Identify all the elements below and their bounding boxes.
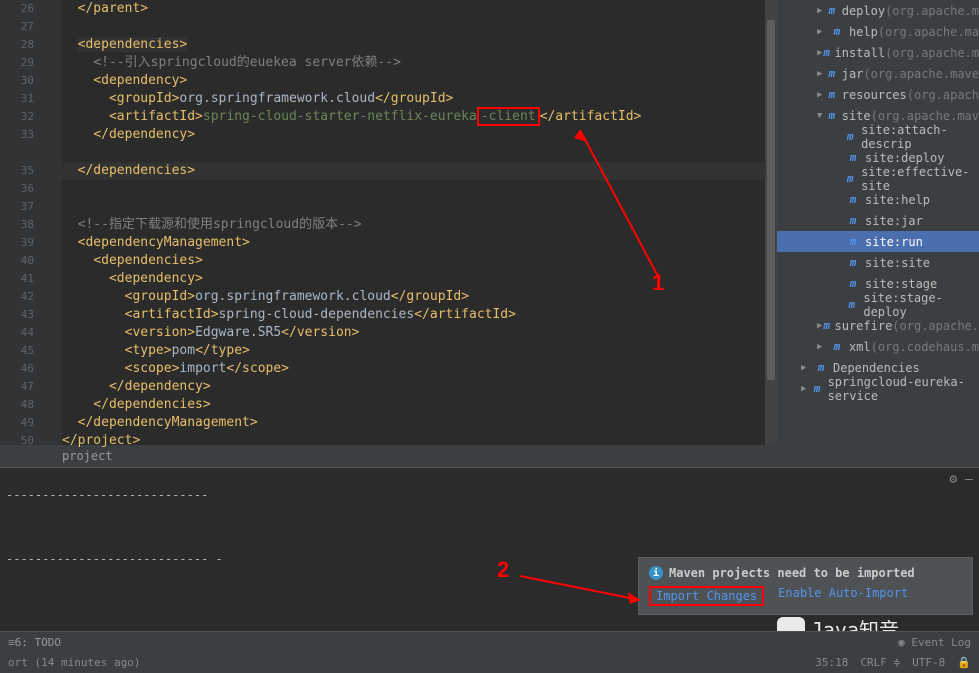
tree-label: site:attach-descrip — [861, 123, 979, 151]
maven-icon: m — [845, 255, 861, 271]
code-editor[interactable]: 2627282930313233353637383940414243444546… — [0, 0, 777, 445]
tree-item-surefire[interactable]: ▶msurefire (org.apache. — [777, 315, 979, 336]
annotation-2: 2 — [497, 557, 509, 583]
tree-label: site:effective-site — [861, 165, 979, 193]
gear-icon[interactable]: ⚙ — [949, 472, 957, 487]
maven-panel[interactable]: ▶mdeploy (org.apache.m▶mhelp (org.apache… — [777, 0, 979, 445]
maven-icon: m — [811, 381, 824, 397]
code-content[interactable]: </parent> <dependencies> <!--引入springclo… — [62, 0, 765, 445]
tree-item-springcloud-eureka-service[interactable]: ▶mspringcloud-eureka-service — [777, 378, 979, 399]
status-message: ort (14 minutes ago) — [8, 656, 140, 669]
maven-icon: m — [826, 3, 838, 19]
maven-icon: m — [845, 276, 861, 292]
status-bar: ≡ 6: TODO ◉ Event Log ort (14 minutes ag… — [0, 631, 979, 673]
tree-label: Dependencies — [833, 361, 920, 375]
tree-item-site-stage-deploy[interactable]: msite:stage-deploy — [777, 294, 979, 315]
annotation-1: 1 — [652, 270, 664, 296]
expand-arrow-icon[interactable]: ▶ — [817, 342, 829, 352]
lock-icon[interactable]: 🔒 — [957, 656, 971, 669]
tree-label: site:stage-deploy — [863, 291, 979, 319]
tree-label: xml — [849, 340, 871, 354]
tree-label: help — [849, 25, 878, 39]
expand-arrow-icon[interactable]: ▶ — [801, 363, 813, 373]
maven-import-notification: iMaven projects need to be imported Impo… — [638, 557, 973, 615]
expand-arrow-icon[interactable]: ▶ — [817, 6, 826, 16]
info-icon: i — [649, 566, 663, 580]
tree-item-site-jar[interactable]: m site:jar — [777, 210, 979, 231]
fold-gutter[interactable] — [42, 0, 62, 445]
maven-icon: m — [826, 108, 838, 124]
tree-label: site:deploy — [865, 151, 944, 165]
expand-arrow-icon[interactable]: ▶ — [817, 69, 826, 79]
tree-item-resources[interactable]: ▶mresources (org.apach — [777, 84, 979, 105]
enable-auto-import-link[interactable]: Enable Auto-Import — [778, 586, 908, 606]
maven-icon: m — [845, 213, 861, 229]
highlighted-client: -client — [477, 107, 540, 126]
event-log-link[interactable]: ◉ Event Log — [898, 636, 971, 649]
tree-label: site:run — [865, 235, 923, 249]
todo-tab[interactable]: 6: TODO — [15, 636, 61, 649]
maven-icon: m — [845, 234, 861, 250]
maven-icon: m — [829, 339, 845, 355]
line-separator[interactable]: CRLF ≑ — [860, 656, 900, 669]
tree-label: springcloud-eureka-service — [828, 375, 979, 403]
tree-label: surefire — [835, 319, 893, 333]
maven-icon: m — [843, 171, 857, 187]
tree-label: site:help — [865, 193, 930, 207]
expand-arrow-icon[interactable]: ▶ — [801, 384, 811, 394]
maven-icon: m — [845, 150, 861, 166]
minimize-icon[interactable]: — — [965, 472, 973, 487]
tree-label: install — [835, 46, 886, 60]
maven-icon: m — [845, 192, 861, 208]
cursor-position: 35:18 — [815, 656, 848, 669]
maven-icon: m — [813, 360, 829, 376]
editor-scrollbar[interactable] — [765, 0, 777, 445]
tree-item-help[interactable]: ▶mhelp (org.apache.ma — [777, 21, 979, 42]
maven-icon: m — [829, 24, 845, 40]
maven-icon: m — [843, 129, 857, 145]
expand-arrow-icon[interactable]: ▶ — [817, 27, 829, 37]
tree-item-jar[interactable]: ▶mjar (org.apache.mave — [777, 63, 979, 84]
tree-label: resources — [842, 88, 907, 102]
tree-item-site-site[interactable]: m site:site — [777, 252, 979, 273]
tree-item-xml[interactable]: ▶mxml (org.codehaus.m — [777, 336, 979, 357]
import-changes-link[interactable]: Import Changes — [649, 586, 764, 606]
tree-item-deploy[interactable]: ▶mdeploy (org.apache.m — [777, 0, 979, 21]
tree-label: site:jar — [865, 214, 923, 228]
tree-label: site:stage — [865, 277, 937, 291]
tree-item-site-effective-site[interactable]: msite:effective-site — [777, 168, 979, 189]
tree-label: deploy — [842, 4, 885, 18]
maven-icon: m — [823, 318, 831, 334]
maven-icon: m — [826, 66, 838, 82]
maven-icon: m — [844, 297, 859, 313]
tree-label: site — [842, 109, 871, 123]
expand-arrow-icon[interactable]: ▼ — [817, 111, 826, 121]
line-gutter: 2627282930313233353637383940414243444546… — [0, 0, 42, 445]
tree-label: jar — [842, 67, 864, 81]
maven-icon: m — [823, 45, 831, 61]
maven-icon: m — [826, 87, 838, 103]
tree-item-site-attach-descrip[interactable]: msite:attach-descrip — [777, 126, 979, 147]
tree-label: site:site — [865, 256, 930, 270]
encoding[interactable]: UTF-8 — [912, 656, 945, 669]
tree-item-install[interactable]: ▶minstall (org.apache.m — [777, 42, 979, 63]
expand-arrow-icon[interactable]: ▶ — [817, 90, 826, 100]
tree-item-site-run[interactable]: m site:run — [777, 231, 979, 252]
